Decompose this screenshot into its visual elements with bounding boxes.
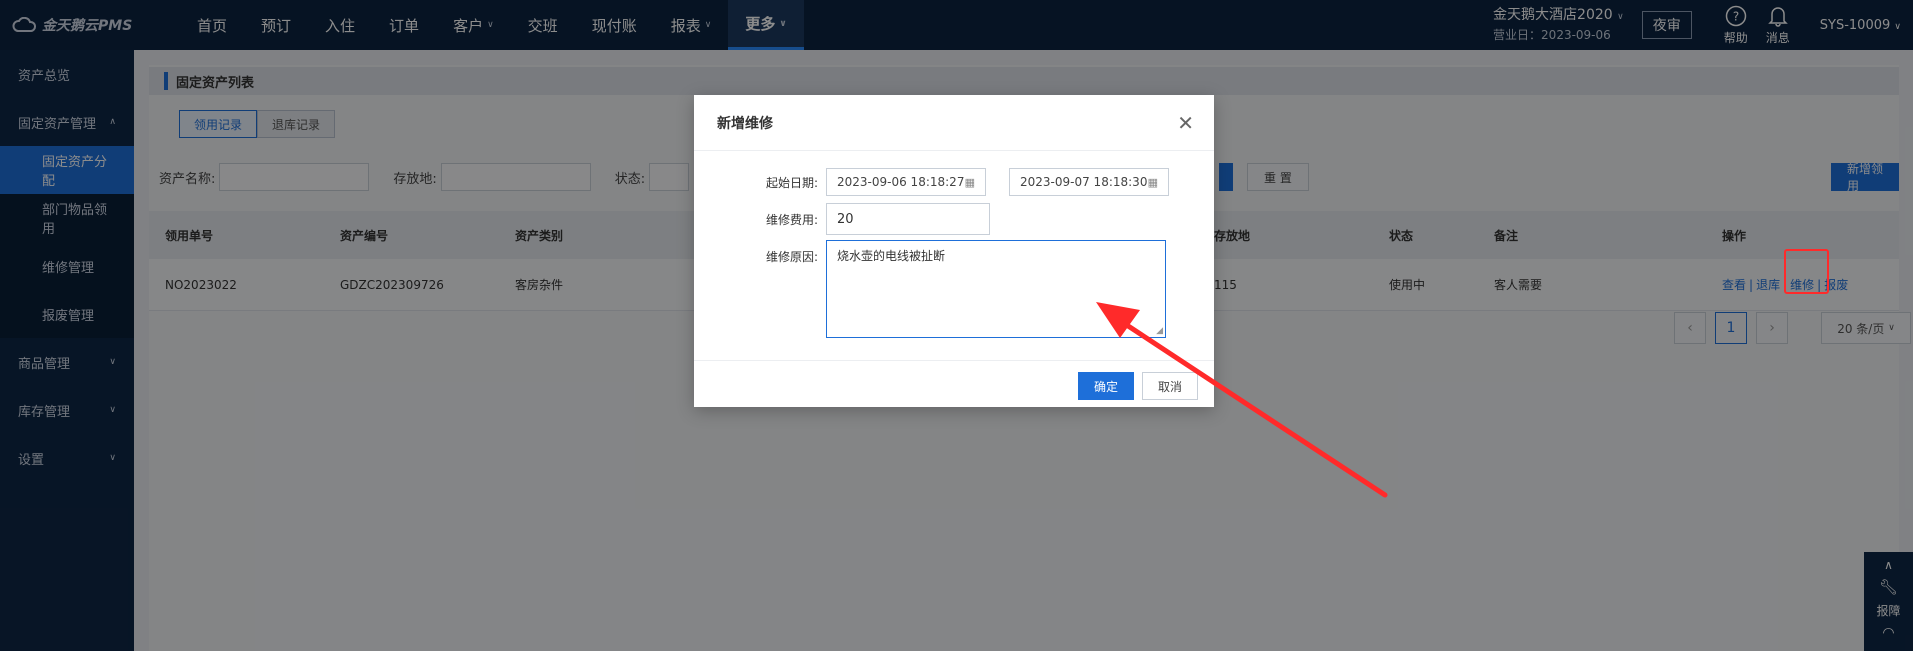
highlight-annotation: [1784, 249, 1829, 294]
calendar-icon: ▦: [964, 175, 975, 189]
cost-row: 维修费用: 20: [694, 203, 990, 235]
close-icon[interactable]: ✕: [1177, 111, 1194, 135]
reason-row: 维修原因: 烧水壶的电线被扯断 ◢: [694, 240, 1166, 338]
reason-textarea[interactable]: 烧水壶的电线被扯断 ◢: [826, 240, 1166, 338]
end-date-value: 2023-09-07 18:18:30: [1020, 175, 1148, 189]
reason-text: 烧水壶的电线被扯断: [837, 249, 946, 263]
dialog-title: 新增维修: [717, 115, 773, 132]
confirm-button[interactable]: 确定: [1078, 372, 1134, 400]
start-date-picker[interactable]: 2023-09-06 18:18:27 ▦: [826, 168, 986, 196]
reason-label: 维修原因:: [765, 250, 818, 264]
dialog-footer: 确定 取消: [694, 360, 1214, 407]
end-date-picker[interactable]: 2023-09-07 18:18:30 ▦: [1009, 168, 1169, 196]
dialog-header: 新增维修 ✕: [694, 95, 1214, 151]
cost-input[interactable]: 20: [826, 203, 990, 235]
start-date-row: 起始日期: 2023-09-06 18:18:27 ▦ 2023-09-07 18…: [694, 168, 1169, 196]
cost-label: 维修费用:: [765, 212, 818, 227]
resize-grip-icon[interactable]: ◢: [1156, 326, 1163, 336]
start-date-value: 2023-09-06 18:18:27: [837, 175, 965, 189]
cancel-button[interactable]: 取消: [1142, 372, 1198, 400]
new-repair-dialog: 新增维修 ✕ 起始日期: 2023-09-06 18:18:27 ▦ 2023-0…: [694, 95, 1214, 407]
calendar-icon: ▦: [1147, 175, 1158, 189]
start-date-label: 起始日期:: [765, 175, 818, 190]
